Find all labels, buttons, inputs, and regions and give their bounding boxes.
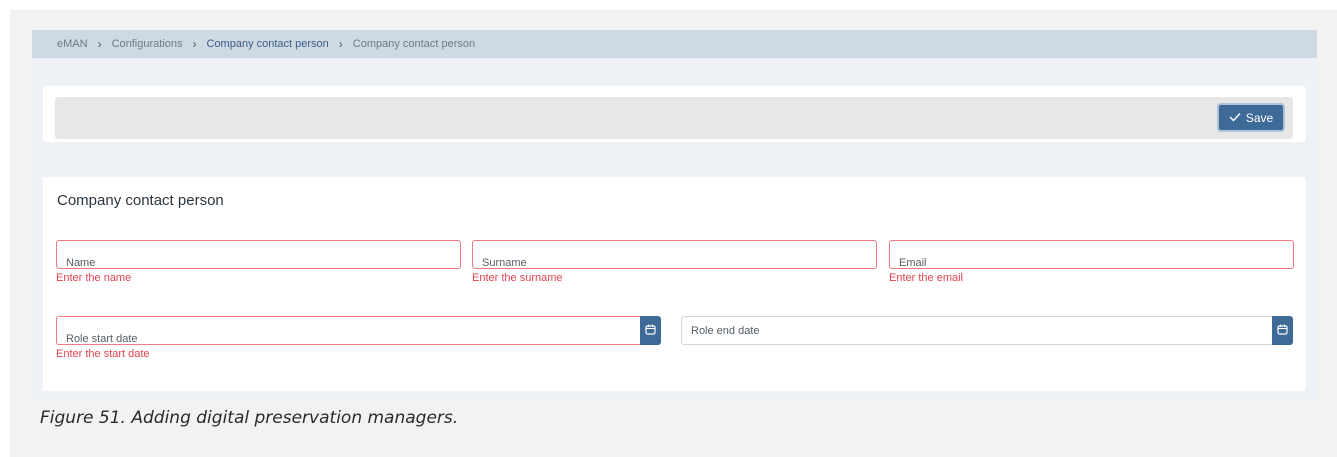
role-start-date-field[interactable]: Role start date — [56, 316, 641, 345]
save-button[interactable]: Save — [1217, 103, 1285, 132]
email-error: Enter the email — [889, 272, 963, 284]
name-field[interactable]: Name — [56, 240, 461, 269]
figure-caption: Figure 51. Adding digital preservation m… — [40, 408, 459, 428]
check-icon — [1229, 111, 1241, 125]
surname-label: Surname — [482, 257, 527, 269]
role-start-date-error: Enter the start date — [56, 348, 150, 360]
breadcrumb-separator: › — [192, 37, 197, 51]
surname-error: Enter the surname — [472, 272, 563, 284]
form-title: Company contact person — [57, 192, 224, 209]
role-end-date-label: Role end date — [691, 325, 760, 337]
app-window: eMAN › Configurations › Company contact … — [32, 30, 1317, 400]
form-card: Company contact person Name Enter the na… — [43, 177, 1306, 391]
calendar-icon — [645, 322, 656, 340]
breadcrumb: eMAN › Configurations › Company contact … — [32, 30, 1317, 58]
role-start-date-label: Role start date — [66, 333, 138, 345]
breadcrumb-item-company-contact[interactable]: Company contact person — [207, 38, 329, 50]
breadcrumb-separator: › — [338, 37, 343, 51]
breadcrumb-separator: › — [97, 37, 102, 51]
toolbar-card: Save — [43, 86, 1306, 142]
email-label: Email — [899, 257, 927, 269]
role-end-calendar-button[interactable] — [1272, 316, 1293, 345]
breadcrumb-item-current: Company contact person — [352, 38, 476, 50]
name-error: Enter the name — [56, 272, 132, 284]
name-input[interactable] — [57, 241, 460, 268]
save-button-label: Save — [1245, 110, 1274, 125]
surname-field[interactable]: Surname — [472, 240, 877, 269]
calendar-icon — [1277, 322, 1288, 340]
toolbar: Save — [55, 97, 1293, 139]
breadcrumb-item-home[interactable]: eMAN — [57, 38, 88, 50]
email-input[interactable] — [890, 241, 1293, 268]
role-end-date-field[interactable]: Role end date — [681, 316, 1273, 345]
role-start-calendar-button[interactable] — [640, 316, 661, 345]
surname-input[interactable] — [473, 241, 876, 268]
email-field[interactable]: Email — [889, 240, 1294, 269]
name-label: Name — [66, 257, 96, 269]
role-start-date-input[interactable] — [57, 317, 640, 344]
breadcrumb-item-configurations[interactable]: Configurations — [112, 38, 183, 50]
role-end-date-input[interactable] — [682, 317, 1272, 344]
